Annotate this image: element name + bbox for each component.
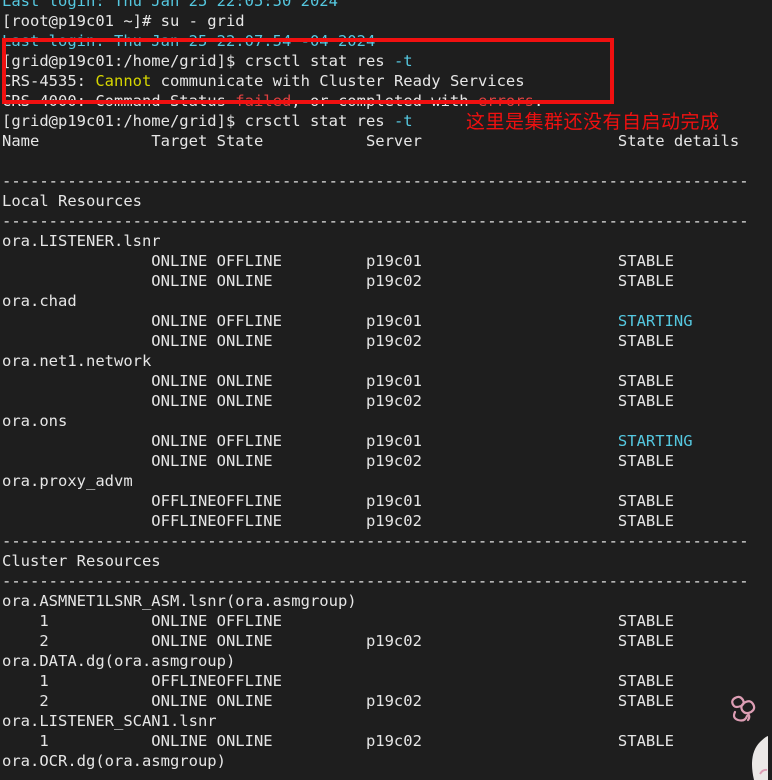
resource-name-row: ora.proxy_advm (2, 472, 133, 490)
resource-state-row: ONLINE ONLINE p19c02 STABLE (2, 272, 674, 290)
resource-state-row: ONLINE ONLINE p19c02 STABLE (2, 452, 674, 470)
resource-state-row: ONLINE ONLINE p19c02 STABLE (2, 392, 674, 410)
resource-name-row: ora.ons (2, 412, 68, 430)
separator-cluster-top: ----------------------------------------… (2, 532, 749, 550)
resource-name-row: ora.DATA.dg(ora.asmgroup) (2, 652, 236, 670)
resource-state-row: ONLINE ONLINE p19c01 STABLE (2, 372, 674, 390)
terminal-line-crs-4000: CRS-4000: Command Status failed, or comp… (2, 92, 544, 110)
resource-state-row: ONLINE OFFLINE p19c01 STABLE (2, 252, 674, 270)
resource-state-row: OFFLINEOFFLINE p19c02 STABLE (2, 512, 674, 530)
resource-name-row: ora.ASMNET1LSNR_ASM.lsnr(ora.asmgroup) (2, 592, 357, 610)
resource-state-row: ONLINE ONLINE p19c02 STABLE (2, 332, 674, 350)
resource-state-row: 1 OFFLINEOFFLINE STABLE (2, 672, 674, 690)
table-header: Name Target State Server State details (2, 132, 740, 150)
resource-name-row: ora.LISTENER.lsnr (2, 232, 161, 250)
resource-state-row: 1 ONLINE ONLINE p19c02 STABLE (2, 732, 674, 750)
chinese-annotation: 这里是集群还没有自启动完成 (466, 111, 720, 133)
resource-name-row: ora.net1.network (2, 352, 152, 370)
resource-state-row: 2 ONLINE ONLINE p19c02 STABLE (2, 692, 674, 710)
separator-local: ----------------------------------------… (2, 212, 749, 230)
terminal-line-su-command: [root@p19c01 ~]# su - grid (2, 12, 245, 30)
resource-state-row: OFFLINEOFFLINE p19c01 STABLE (2, 492, 674, 510)
resource-state-row: 1 ONLINE OFFLINE STABLE (2, 612, 674, 630)
resource-state-row: ONLINE OFFLINE p19c01 STARTING (2, 312, 693, 330)
terminal-line-last-login-1: Last login: Thu Jan 25 22:05:50 2024 (2, 0, 338, 10)
separator-cluster: ----------------------------------------… (2, 572, 749, 590)
resource-state-row: ONLINE OFFLINE p19c01 STARTING (2, 432, 693, 450)
resource-name-row: ora.chad (2, 292, 77, 310)
resource-name-row: ora.OCR.dg(ora.asmgroup) (2, 752, 226, 770)
terminal-window[interactable]: Last login: Thu Jan 25 22:05:50 2024 [roo… (0, 0, 772, 780)
terminal-line-crs-4535: CRS-4535: Cannot communicate with Cluste… (2, 72, 525, 90)
terminal-line-last-login-2: Last login: Thu Jan 25 22:07:54 -04 2024 (2, 32, 376, 50)
separator-top: ----------------------------------------… (2, 172, 749, 190)
terminal-line-prompt-command-1: [grid@p19c01:/home/grid]$ crsctl stat re… (2, 52, 413, 70)
resource-name-row: ora.LISTENER_SCAN1.lsnr (2, 712, 217, 730)
section-title-cluster-resources: Cluster Resources (2, 552, 161, 570)
resource-state-row: 2 ONLINE ONLINE p19c02 STABLE (2, 632, 674, 650)
section-title-local-resources: Local Resources (2, 192, 142, 210)
